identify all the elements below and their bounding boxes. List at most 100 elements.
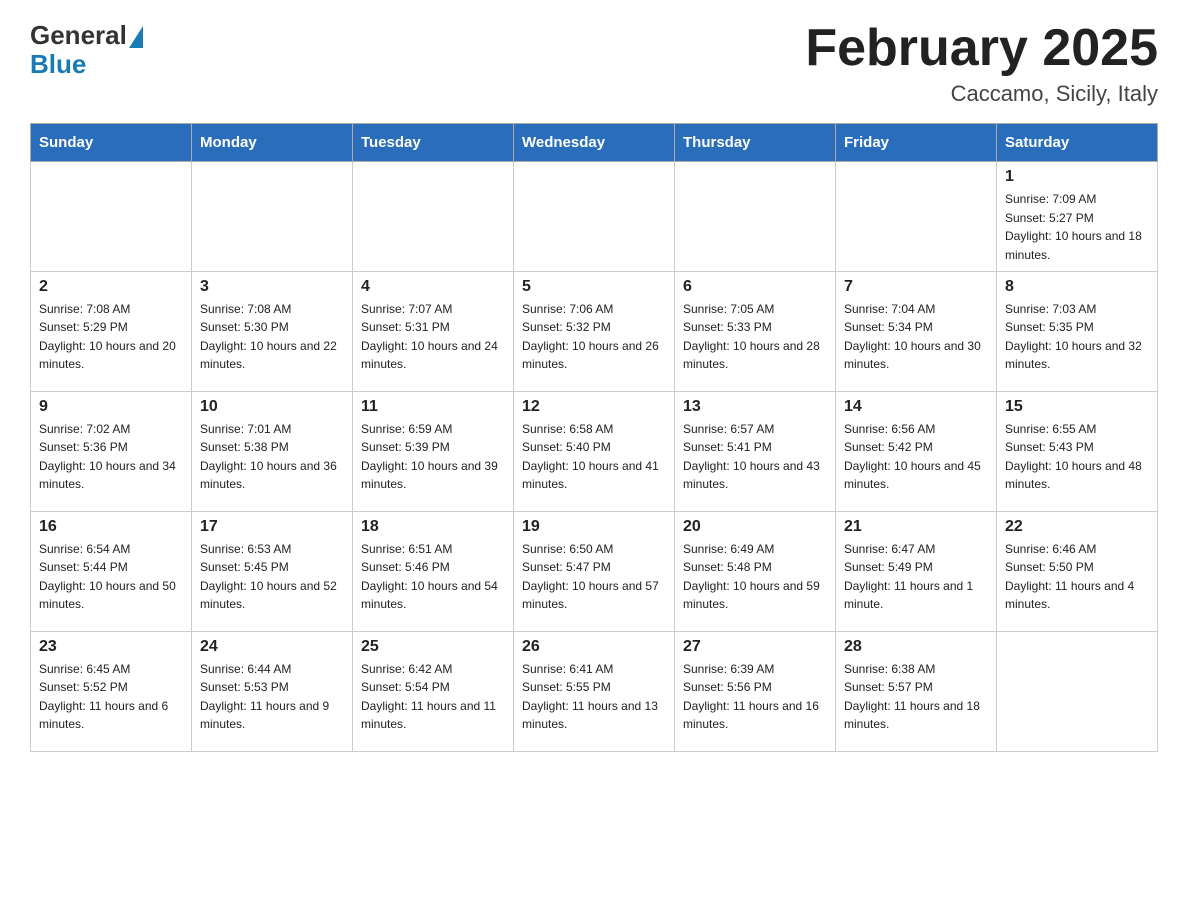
day-info: Sunrise: 6:45 AMSunset: 5:52 PMDaylight:… bbox=[39, 660, 183, 734]
day-info: Sunrise: 7:01 AMSunset: 5:38 PMDaylight:… bbox=[200, 420, 344, 494]
day-info: Sunrise: 6:38 AMSunset: 5:57 PMDaylight:… bbox=[844, 660, 988, 734]
day-info: Sunrise: 6:44 AMSunset: 5:53 PMDaylight:… bbox=[200, 660, 344, 734]
day-info: Sunrise: 6:42 AMSunset: 5:54 PMDaylight:… bbox=[361, 660, 505, 734]
calendar-cell: 14Sunrise: 6:56 AMSunset: 5:42 PMDayligh… bbox=[836, 391, 997, 511]
calendar-header-wednesday: Wednesday bbox=[514, 124, 675, 162]
calendar-cell: 12 Sunrise: 6:58 AMSunset: 5:40 PMDayligh… bbox=[514, 391, 675, 511]
calendar-cell: 5 Sunrise: 7:06 AMSunset: 5:32 PMDaylight… bbox=[514, 271, 675, 391]
day-info: Sunrise: 6:46 AMSunset: 5:50 PMDaylight:… bbox=[1005, 540, 1149, 614]
day-number: 12 bbox=[522, 398, 666, 416]
calendar-cell bbox=[675, 162, 836, 271]
calendar-cell: 28 Sunrise: 6:38 AMSunset: 5:57 PMDayligh… bbox=[836, 631, 997, 751]
day-info: Sunrise: 7:06 AMSunset: 5:32 PMDaylight:… bbox=[522, 300, 666, 374]
day-number: 24 bbox=[200, 638, 344, 656]
calendar-cell bbox=[192, 162, 353, 271]
day-number: 26 bbox=[522, 638, 666, 656]
day-info: Sunrise: 6:49 AMSunset: 5:48 PMDaylight:… bbox=[683, 540, 827, 614]
calendar-cell: 13 Sunrise: 6:57 AMSunset: 5:41 PMDayligh… bbox=[675, 391, 836, 511]
day-number: 13 bbox=[683, 398, 827, 416]
calendar-cell: 18Sunrise: 6:51 AMSunset: 5:46 PMDayligh… bbox=[353, 511, 514, 631]
calendar-cell: 26 Sunrise: 6:41 AMSunset: 5:55 PMDayligh… bbox=[514, 631, 675, 751]
calendar-cell: 6Sunrise: 7:05 AMSunset: 5:33 PMDaylight… bbox=[675, 271, 836, 391]
logo: General Blue bbox=[30, 20, 143, 80]
logo-blue-text: Blue bbox=[30, 49, 86, 80]
calendar-cell bbox=[836, 162, 997, 271]
day-number: 21 bbox=[844, 518, 988, 536]
calendar-cell: 9 Sunrise: 7:02 AMSunset: 5:36 PMDaylight… bbox=[31, 391, 192, 511]
day-number: 11 bbox=[361, 398, 505, 416]
calendar-cell: 24 Sunrise: 6:44 AMSunset: 5:53 PMDayligh… bbox=[192, 631, 353, 751]
day-info: Sunrise: 6:58 AMSunset: 5:40 PMDaylight:… bbox=[522, 420, 666, 494]
day-number: 25 bbox=[361, 638, 505, 656]
day-number: 4 bbox=[361, 278, 505, 296]
calendar-header-thursday: Thursday bbox=[675, 124, 836, 162]
calendar-header-friday: Friday bbox=[836, 124, 997, 162]
calendar-cell: 3 Sunrise: 7:08 AMSunset: 5:30 PMDaylight… bbox=[192, 271, 353, 391]
day-number: 27 bbox=[683, 638, 827, 656]
calendar-cell: 25 Sunrise: 6:42 AMSunset: 5:54 PMDayligh… bbox=[353, 631, 514, 751]
day-number: 15 bbox=[1005, 398, 1149, 416]
calendar-cell bbox=[353, 162, 514, 271]
calendar-cell bbox=[514, 162, 675, 271]
day-number: 16 bbox=[39, 518, 183, 536]
day-number: 28 bbox=[844, 638, 988, 656]
day-number: 6 bbox=[683, 278, 827, 296]
day-info: Sunrise: 6:39 AMSunset: 5:56 PMDaylight:… bbox=[683, 660, 827, 734]
day-info: Sunrise: 6:59 AMSunset: 5:39 PMDaylight:… bbox=[361, 420, 505, 494]
day-number: 8 bbox=[1005, 278, 1149, 296]
day-info: Sunrise: 6:56 AMSunset: 5:42 PMDaylight:… bbox=[844, 420, 988, 494]
location-title: Caccamo, Sicily, Italy bbox=[805, 81, 1158, 107]
calendar-cell: 4Sunrise: 7:07 AMSunset: 5:31 PMDaylight… bbox=[353, 271, 514, 391]
calendar-week-row: 2Sunrise: 7:08 AMSunset: 5:29 PMDaylight… bbox=[31, 271, 1158, 391]
calendar-header-monday: Monday bbox=[192, 124, 353, 162]
day-number: 22 bbox=[1005, 518, 1149, 536]
calendar-cell: 20 Sunrise: 6:49 AMSunset: 5:48 PMDayligh… bbox=[675, 511, 836, 631]
day-number: 10 bbox=[200, 398, 344, 416]
calendar-header-saturday: Saturday bbox=[997, 124, 1158, 162]
day-number: 3 bbox=[200, 278, 344, 296]
logo-general-text: General bbox=[30, 20, 127, 51]
calendar-cell: 7 Sunrise: 7:04 AMSunset: 5:34 PMDaylight… bbox=[836, 271, 997, 391]
day-info: Sunrise: 6:53 AMSunset: 5:45 PMDaylight:… bbox=[200, 540, 344, 614]
calendar-week-row: 9 Sunrise: 7:02 AMSunset: 5:36 PMDaylight… bbox=[31, 391, 1158, 511]
day-number: 1 bbox=[1005, 168, 1149, 186]
calendar-cell: 1Sunrise: 7:09 AMSunset: 5:27 PMDaylight… bbox=[997, 162, 1158, 271]
calendar-cell bbox=[31, 162, 192, 271]
day-number: 7 bbox=[844, 278, 988, 296]
day-number: 20 bbox=[683, 518, 827, 536]
day-number: 18 bbox=[361, 518, 505, 536]
day-info: Sunrise: 7:08 AMSunset: 5:30 PMDaylight:… bbox=[200, 300, 344, 374]
day-info: Sunrise: 6:50 AMSunset: 5:47 PMDaylight:… bbox=[522, 540, 666, 614]
day-info: Sunrise: 7:02 AMSunset: 5:36 PMDaylight:… bbox=[39, 420, 183, 494]
day-number: 5 bbox=[522, 278, 666, 296]
day-info: Sunrise: 7:03 AMSunset: 5:35 PMDaylight:… bbox=[1005, 300, 1149, 374]
calendar-cell: 16 Sunrise: 6:54 AMSunset: 5:44 PMDayligh… bbox=[31, 511, 192, 631]
calendar-week-row: 23Sunrise: 6:45 AMSunset: 5:52 PMDayligh… bbox=[31, 631, 1158, 751]
calendar-cell: 19 Sunrise: 6:50 AMSunset: 5:47 PMDayligh… bbox=[514, 511, 675, 631]
calendar-header-tuesday: Tuesday bbox=[353, 124, 514, 162]
calendar-header-row: SundayMondayTuesdayWednesdayThursdayFrid… bbox=[31, 124, 1158, 162]
calendar-cell: 15 Sunrise: 6:55 AMSunset: 5:43 PMDayligh… bbox=[997, 391, 1158, 511]
calendar-cell bbox=[997, 631, 1158, 751]
day-info: Sunrise: 6:55 AMSunset: 5:43 PMDaylight:… bbox=[1005, 420, 1149, 494]
calendar-cell: 17 Sunrise: 6:53 AMSunset: 5:45 PMDayligh… bbox=[192, 511, 353, 631]
calendar-week-row: 16 Sunrise: 6:54 AMSunset: 5:44 PMDayligh… bbox=[31, 511, 1158, 631]
calendar-table: SundayMondayTuesdayWednesdayThursdayFrid… bbox=[30, 123, 1158, 751]
day-info: Sunrise: 6:54 AMSunset: 5:44 PMDaylight:… bbox=[39, 540, 183, 614]
page-header: General Blue February 2025 Caccamo, Sici… bbox=[30, 20, 1158, 107]
day-info: Sunrise: 6:57 AMSunset: 5:41 PMDaylight:… bbox=[683, 420, 827, 494]
day-number: 19 bbox=[522, 518, 666, 536]
calendar-cell: 21Sunrise: 6:47 AMSunset: 5:49 PMDayligh… bbox=[836, 511, 997, 631]
calendar-cell: 8 Sunrise: 7:03 AMSunset: 5:35 PMDaylight… bbox=[997, 271, 1158, 391]
day-number: 9 bbox=[39, 398, 183, 416]
month-title: February 2025 bbox=[805, 20, 1158, 77]
calendar-cell: 2Sunrise: 7:08 AMSunset: 5:29 PMDaylight… bbox=[31, 271, 192, 391]
day-info: Sunrise: 6:41 AMSunset: 5:55 PMDaylight:… bbox=[522, 660, 666, 734]
day-number: 2 bbox=[39, 278, 183, 296]
calendar-cell: 11 Sunrise: 6:59 AMSunset: 5:39 PMDayligh… bbox=[353, 391, 514, 511]
day-info: Sunrise: 7:04 AMSunset: 5:34 PMDaylight:… bbox=[844, 300, 988, 374]
calendar-cell: 27 Sunrise: 6:39 AMSunset: 5:56 PMDayligh… bbox=[675, 631, 836, 751]
day-number: 17 bbox=[200, 518, 344, 536]
title-block: February 2025 Caccamo, Sicily, Italy bbox=[805, 20, 1158, 107]
calendar-header-sunday: Sunday bbox=[31, 124, 192, 162]
